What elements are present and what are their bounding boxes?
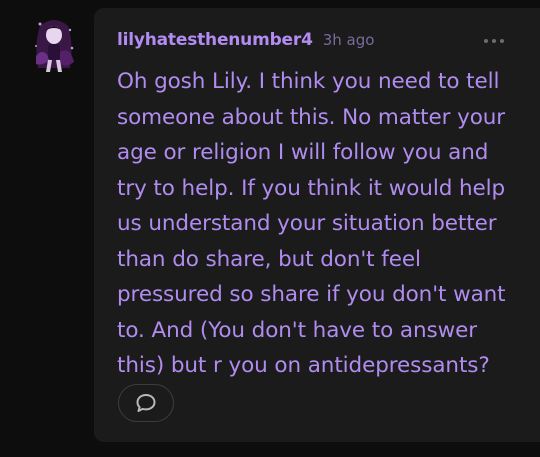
- more-horizontal-icon: [500, 39, 504, 43]
- more-horizontal-icon: [484, 39, 488, 43]
- more-horizontal-icon: [492, 39, 496, 43]
- comment-thread: lilyhatesthenumber4 3h ago Oh gosh Lily.…: [0, 0, 540, 457]
- username-link[interactable]: lilyhatesthenumber4: [117, 30, 313, 50]
- reply-button[interactable]: [118, 384, 174, 422]
- comment-text: Oh gosh Lily. I think you need to tell s…: [117, 69, 506, 378]
- avatar-image: [30, 16, 78, 74]
- avatar[interactable]: [30, 16, 78, 74]
- speech-bubble-icon: [136, 394, 156, 412]
- more-options-button[interactable]: [484, 39, 504, 43]
- comment-header: lilyhatesthenumber4 3h ago: [117, 30, 374, 50]
- timestamp: 3h ago: [322, 31, 375, 49]
- comment-card: lilyhatesthenumber4 3h ago Oh gosh Lily.…: [94, 8, 540, 442]
